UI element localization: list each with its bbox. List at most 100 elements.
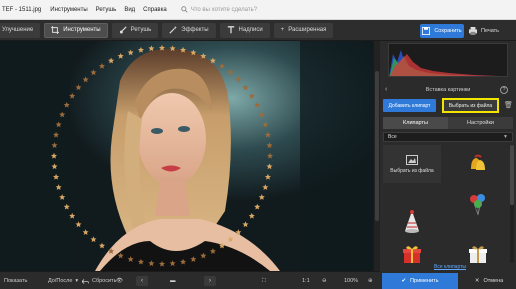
save-button[interactable]: Сохранить [420, 24, 464, 38]
panel-title: Вставка картинки [425, 86, 471, 93]
show-original-label: Показать [4, 278, 28, 284]
zoom-ratio-label: 1:1 [302, 278, 310, 284]
tab-retouch[interactable]: Ретушь [111, 22, 159, 38]
checkmark-icon: ✔ [401, 278, 407, 284]
bells-icon [471, 154, 485, 170]
photo-canvas[interactable] [0, 41, 373, 271]
fit-screen-button[interactable]: ⛶ [262, 272, 266, 289]
zoom-in-button[interactable]: ⊕ [368, 272, 373, 289]
print-label: Печать [481, 28, 500, 34]
canvas-scrollbar-thumb[interactable] [375, 71, 379, 221]
zoom-out-button[interactable]: ⊖ [322, 272, 327, 289]
zoom-percent[interactable]: 100% [344, 272, 358, 289]
category-select[interactable]: Все ▼ [383, 132, 513, 142]
clipart-party-hat[interactable] [383, 205, 441, 239]
neck [155, 179, 190, 216]
tab-enhance[interactable]: Улучшение [0, 22, 41, 38]
cancel-button[interactable]: ✕ Отмена [462, 273, 516, 289]
reset-label: Сбросить [92, 278, 117, 284]
choose-from-file-button[interactable]: Выбрать из файла [442, 98, 499, 113]
printer-icon [469, 27, 477, 35]
photo-preview [0, 41, 373, 271]
category-value: Все [388, 134, 397, 140]
eye-icon: 👁 [116, 278, 123, 284]
menu-tools[interactable]: Инструменты [46, 7, 91, 13]
command-search[interactable]: Что вы хотите сделать? [180, 6, 258, 13]
show-original-button[interactable]: Показать [4, 272, 27, 289]
reset-button[interactable]: Сбросить [82, 272, 116, 289]
tab-advanced[interactable]: + Расширенная [273, 22, 334, 38]
fit-screen-icon: ⛶ [262, 277, 266, 284]
clipart-gift-red[interactable] [383, 241, 441, 267]
open-folder-button[interactable]: ▬ [170, 272, 176, 289]
cancel-label: Отмена [483, 278, 504, 284]
clipart-upload-tile[interactable]: Выбрать из файла [383, 145, 441, 183]
tab-tools-label: Инструменты [63, 27, 101, 33]
upload-tile-label: Выбрать из файла [390, 167, 434, 174]
menu-bar: TEF - 1511.jpg Инструменты Ретушь Вид Сп… [0, 0, 516, 20]
tab-tools[interactable]: Инструменты [44, 22, 108, 38]
undo-icon [82, 278, 89, 284]
search-icon [180, 6, 188, 13]
before-after-label: До/После [48, 278, 73, 284]
party-hat-icon [405, 210, 419, 233]
search-placeholder: Что вы хотите сделать? [190, 6, 258, 13]
right-panel: ‹ Вставка картинки ? Добавить клипарт Вы… [380, 41, 516, 271]
tab-text[interactable]: Надписи [219, 22, 270, 38]
histogram [388, 43, 508, 77]
window-title: TEF - 1511.jpg [2, 6, 42, 13]
menu-help[interactable]: Справка [139, 7, 171, 13]
clipart-scrollbar[interactable] [510, 145, 514, 263]
left-eye [151, 128, 163, 134]
tab-settings[interactable]: Настройки [448, 117, 513, 129]
zoom-out-icon: ⊖ [322, 278, 327, 284]
text-icon [227, 26, 234, 34]
previous-photo-button[interactable]: ‹ [136, 276, 148, 286]
gift-box-white-icon [469, 246, 487, 263]
panel-header: ‹ Вставка картинки ? [380, 83, 516, 96]
next-photo-button[interactable]: › [204, 276, 216, 286]
print-button[interactable]: Печать [469, 24, 499, 38]
tab-advanced-label: Расширенная [288, 27, 327, 33]
clipart-bells[interactable] [449, 145, 507, 183]
menu-view[interactable]: Вид [120, 7, 139, 13]
folder-icon: ▬ [170, 278, 176, 284]
tab-cliparts[interactable]: Клипарты [383, 117, 448, 129]
trash-icon[interactable]: 🗑 [504, 101, 513, 109]
histogram-red [390, 54, 499, 76]
chevron-down-icon: ▾ [75, 278, 79, 284]
brush-icon [119, 26, 127, 34]
tab-enhance-label: Улучшение [2, 27, 34, 33]
menu-retouch[interactable]: Ретушь [92, 7, 121, 13]
back-arrow-icon[interactable]: ‹ [385, 86, 387, 93]
tab-retouch-label: Ретушь [130, 27, 152, 33]
close-icon: ✕ [474, 278, 480, 284]
before-after-button[interactable]: До/После ▾ [48, 272, 78, 289]
help-icon[interactable]: ? [500, 85, 508, 94]
curtain-right [300, 41, 373, 271]
clipart-grid: Выбрать из файла [383, 145, 507, 263]
canvas-scrollbar[interactable] [373, 41, 380, 271]
all-cliparts-link[interactable]: Все клипарты [434, 264, 466, 270]
clipart-scrollbar-thumb[interactable] [510, 145, 514, 205]
preview-eye-button[interactable]: 👁 [116, 272, 123, 289]
zoom-percent-label: 100% [344, 278, 359, 284]
zoom-ratio[interactable]: 1:1 [302, 272, 310, 289]
floppy-icon [422, 27, 431, 35]
chevron-down-icon: ▼ [503, 134, 508, 140]
histogram-graph [389, 50, 499, 76]
curtain-left [0, 41, 70, 271]
add-clipart-button[interactable]: Добавить клипарт [383, 99, 436, 112]
plus-icon: + [280, 27, 285, 33]
tab-effects-label: Эффекты [181, 27, 209, 33]
save-label: Сохранить [434, 28, 462, 34]
apply-button[interactable]: ✔ Применить [382, 273, 458, 289]
zoom-in-icon: ⊕ [368, 278, 373, 284]
panel-tabs: Клипарты Настройки [383, 117, 513, 129]
image-icon [406, 154, 418, 165]
bottom-bar: Показать До/После ▾ Сбросить 👁 ‹ › ▬ ⛶ 1:… [0, 271, 380, 289]
clipart-balloons[interactable] [449, 185, 507, 223]
tab-effects[interactable]: Эффекты [162, 22, 216, 38]
tab-text-label: Надписи [238, 27, 263, 33]
gift-box-icon [403, 246, 421, 263]
